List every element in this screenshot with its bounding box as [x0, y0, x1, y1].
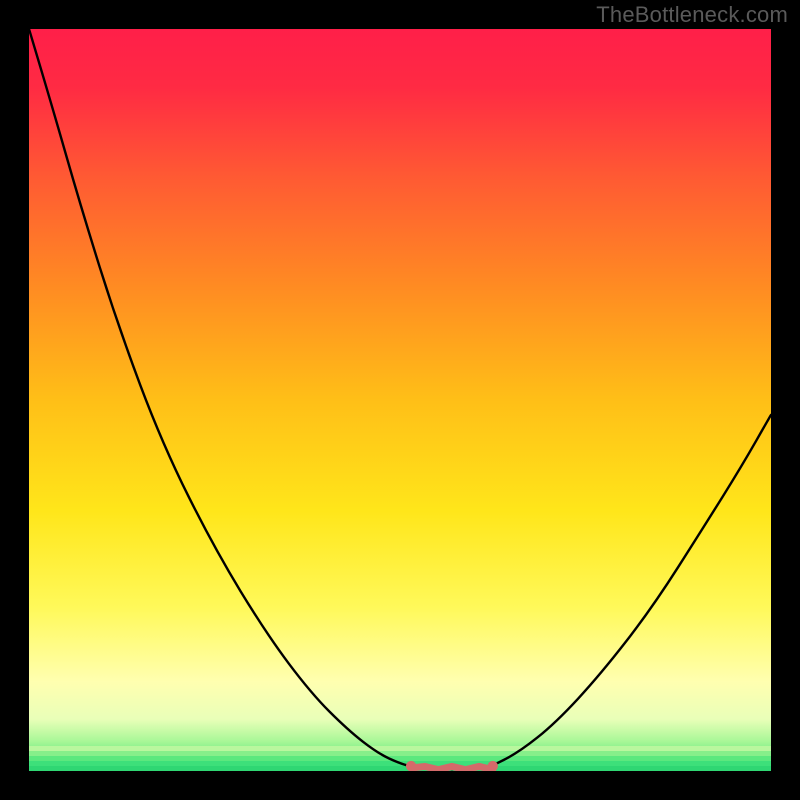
- chart-svg: [29, 29, 771, 771]
- chart-frame: TheBottleneck.com: [0, 0, 800, 800]
- plot-area: [29, 29, 771, 771]
- watermark-text: TheBottleneck.com: [596, 2, 788, 28]
- gradient-background: [29, 29, 771, 771]
- bottom-banding: [29, 746, 771, 771]
